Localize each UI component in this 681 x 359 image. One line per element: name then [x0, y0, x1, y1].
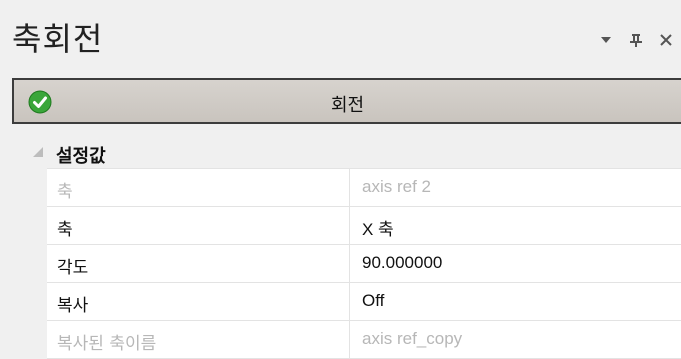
property-row-copied-axis-name: 복사된 축이름 axis ref_copy — [47, 321, 681, 359]
property-row-angle[interactable]: 각도 90.000000 — [47, 245, 681, 283]
property-key-cell: 축 — [47, 169, 350, 206]
property-row-axis[interactable]: 축 X 축 — [47, 207, 681, 245]
chevron-down-icon[interactable] — [597, 31, 615, 49]
property-key: 축 — [57, 220, 73, 240]
property-key-cell: 복사 — [47, 283, 350, 320]
property-key: 각도 — [57, 258, 89, 278]
settings-section-header[interactable]: 설정값 — [0, 138, 681, 168]
rotate-button[interactable]: 회전 — [12, 78, 681, 124]
property-value: axis ref 2 — [362, 177, 431, 196]
property-value-cell[interactable]: X 축 — [350, 207, 681, 244]
property-grid: 축 axis ref 2 축 X 축 각도 90.000000 복사 Off 복… — [47, 168, 681, 359]
collapse-triangle-icon[interactable] — [32, 146, 44, 158]
close-icon[interactable] — [657, 31, 675, 49]
section-title: 설정값 — [56, 146, 106, 167]
property-value-cell[interactable]: Off — [350, 283, 681, 320]
property-key: 복사 — [57, 296, 89, 316]
property-value-cell[interactable]: 90.000000 — [350, 245, 681, 282]
property-value[interactable]: X 축 — [362, 215, 394, 240]
pin-icon[interactable] — [627, 31, 645, 49]
panel-titlebar: 축회전 — [0, 0, 681, 72]
property-value[interactable]: 90.000000 — [362, 253, 442, 273]
property-row-copy[interactable]: 복사 Off — [47, 283, 681, 321]
property-value-cell: axis ref_copy — [350, 321, 681, 358]
property-key-cell: 각도 — [47, 245, 350, 282]
panel-title: 축회전 — [12, 20, 104, 58]
property-value-cell: axis ref 2 — [350, 169, 681, 206]
property-value[interactable]: Off — [362, 291, 384, 311]
property-key: 복사된 축이름 — [57, 334, 157, 354]
rotate-button-label: 회전 — [330, 95, 365, 116]
property-key-cell: 복사된 축이름 — [47, 321, 350, 358]
panel-title-controls — [597, 28, 675, 52]
property-row-axis-ref: 축 axis ref 2 — [47, 168, 681, 207]
axis-rotation-panel: 축회전 회전 설정값 축 axis ref 2 축 X 축 각도 90.0000… — [0, 0, 681, 359]
property-key-cell: 축 — [47, 207, 350, 244]
property-value: axis ref_copy — [362, 329, 463, 348]
property-key: 축 — [57, 182, 73, 202]
